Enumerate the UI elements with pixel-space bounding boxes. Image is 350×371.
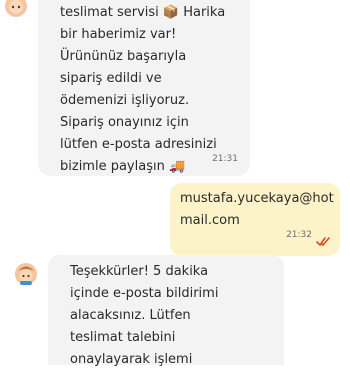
message-line: ödemenizi işliyoruz.: [60, 93, 190, 108]
message-line: teslimat talebini: [70, 330, 176, 345]
bot-message-bubble: Teşekkürler! 5 dakika içinde e-posta bil…: [48, 255, 284, 367]
message-line: bir haberimiz var!: [60, 27, 177, 42]
bot-message-bubble: teslimat servisi 📦 Harika bir haberimiz …: [38, 0, 250, 176]
message-line: Teşekkürler! 5 dakika: [70, 264, 209, 279]
message-line: içinde e-posta bildirimi: [70, 286, 219, 301]
message-line: sipariş edildi ve: [60, 71, 162, 86]
message-timestamp: 21:32: [286, 230, 312, 240]
message-line: Ürününüz başarıyla: [60, 49, 187, 64]
bot-avatar-icon: [5, 0, 27, 17]
message-line: alacaksınız. Lütfen: [70, 308, 191, 323]
message-line: teslimat servisi 📦 Harika: [60, 5, 226, 20]
message-line: Sipariş onayınız için: [60, 115, 189, 130]
message-line: mustafa.yucekaya@hot: [180, 191, 334, 206]
message-timestamp: 21:31: [212, 154, 238, 164]
user-message-bubble: mustafa.yucekaya@hot mail.com 21:32: [170, 183, 340, 256]
bot-avatar-icon: [15, 263, 37, 285]
message-line: onaylayarak işlemi: [70, 352, 193, 367]
double-check-icon: [316, 237, 330, 246]
